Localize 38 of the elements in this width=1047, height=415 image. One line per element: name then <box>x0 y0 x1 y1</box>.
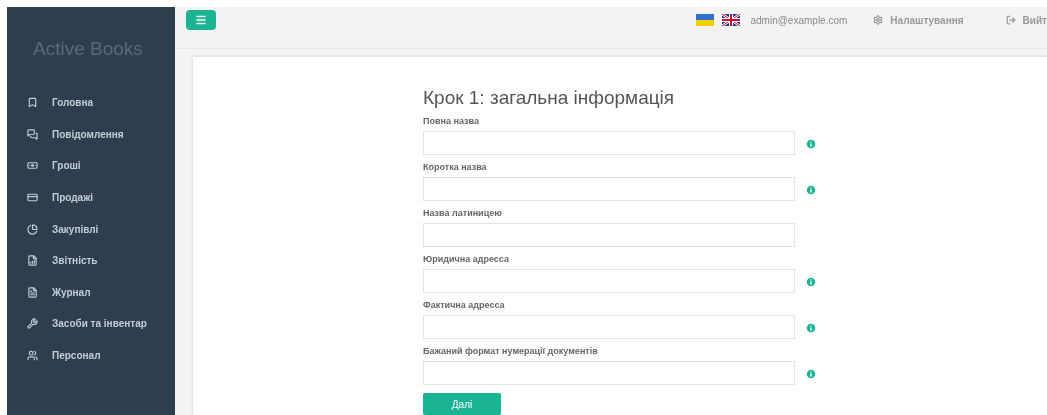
document-icon <box>27 286 38 298</box>
ukraine-flag-icon[interactable] <box>696 14 715 27</box>
input-field[interactable] <box>423 314 795 339</box>
field-label: Назва латиницею <box>423 206 503 219</box>
sidebar-item[interactable]: Звітність <box>7 244 175 277</box>
sidebar-item[interactable]: Головна <box>7 87 175 119</box>
user-email: admin@example.com <box>750 13 848 28</box>
report-icon <box>27 255 38 267</box>
menu-icon <box>195 14 207 27</box>
settings-icon <box>873 15 884 26</box>
users-icon <box>27 350 38 362</box>
input-field[interactable] <box>423 176 795 201</box>
input-field[interactable] <box>423 360 795 385</box>
sidebar-item[interactable]: Журнал <box>7 276 175 309</box>
uk-flag-icon[interactable] <box>722 14 741 27</box>
sidebar-item[interactable]: Закупівлі <box>7 213 175 245</box>
field-label: Повна назва <box>423 114 480 127</box>
menu-button[interactable] <box>186 10 216 31</box>
field-label: Коротка назва <box>423 160 488 173</box>
sidebar-item[interactable]: Повідомлення <box>7 118 175 151</box>
card-icon <box>27 192 38 204</box>
sidebar-item[interactable]: Гроші <box>7 150 175 182</box>
wrench-icon <box>27 318 38 330</box>
field-label: Фактична адресса <box>423 298 506 311</box>
input-field[interactable] <box>423 130 795 155</box>
pie-chart-icon <box>27 223 38 235</box>
chat-icon <box>27 128 38 140</box>
sidebar-item[interactable]: Персонал <box>7 339 175 372</box>
sidebar-item[interactable]: Продажі <box>7 181 175 214</box>
bookmark-icon <box>27 97 38 109</box>
field-label: Юридична адресса <box>423 252 510 265</box>
field-label: Бажаний формат нумерації документів <box>423 344 599 357</box>
logout-icon <box>1005 15 1016 26</box>
banknote-icon <box>27 160 38 172</box>
input-field[interactable] <box>423 268 795 293</box>
sidebar-item[interactable]: Засоби та інвентар <box>7 308 175 340</box>
form-title: Крок 1: загальна інформація <box>423 86 676 109</box>
input-field[interactable] <box>423 222 795 247</box>
